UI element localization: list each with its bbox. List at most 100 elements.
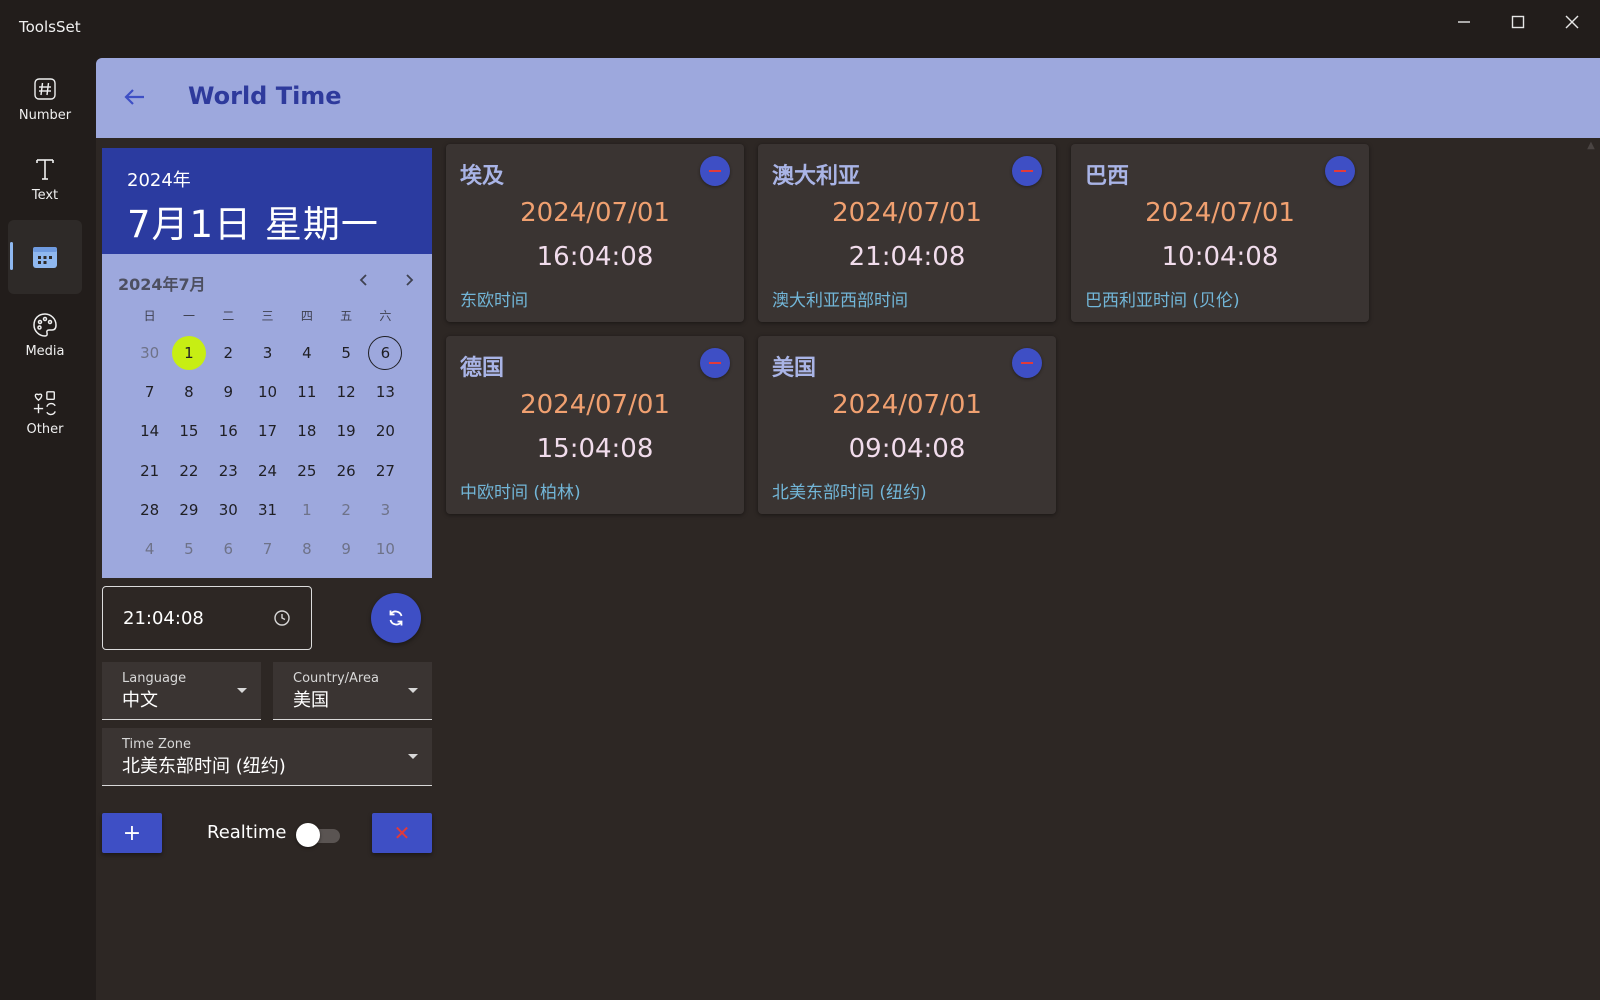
- refresh-button[interactable]: [371, 593, 421, 643]
- calendar-day[interactable]: 3: [248, 333, 287, 372]
- remove-button[interactable]: [700, 348, 730, 378]
- calendar-day[interactable]: 21: [130, 451, 169, 490]
- clear-button[interactable]: ✕: [372, 813, 432, 853]
- calendar-day[interactable]: 7: [248, 529, 287, 568]
- maximize-icon: [1511, 15, 1525, 29]
- calendar-day[interactable]: 28: [130, 490, 169, 529]
- minimize-button[interactable]: [1441, 8, 1487, 36]
- calendar-day[interactable]: 2: [209, 333, 248, 372]
- palette-icon: [32, 312, 58, 338]
- calendar-day[interactable]: 7: [130, 372, 169, 411]
- calendar-day[interactable]: 13: [366, 372, 405, 411]
- maximize-button[interactable]: [1495, 8, 1541, 36]
- calendar-day[interactable]: 15: [169, 412, 208, 451]
- language-label: Language: [122, 671, 187, 686]
- nav-item-number[interactable]: Number: [8, 62, 82, 136]
- calendar-day[interactable]: 3: [366, 490, 405, 529]
- remove-button[interactable]: [700, 156, 730, 186]
- selected-year[interactable]: 2024年: [127, 166, 408, 192]
- calendar-day[interactable]: 12: [326, 372, 365, 411]
- country-select[interactable]: Country/Area 美国: [273, 662, 432, 720]
- calendar-day[interactable]: 30: [130, 333, 169, 372]
- card-country: 巴西: [1085, 164, 1130, 189]
- remove-button[interactable]: [1012, 156, 1042, 186]
- calendar-day[interactable]: 31: [248, 490, 287, 529]
- card-country: 埃及: [460, 164, 505, 189]
- nav-item-other[interactable]: Other: [8, 376, 82, 450]
- weekday-row: 日 一 二 三 四 五 六: [130, 307, 405, 331]
- calendar-day[interactable]: 10: [366, 529, 405, 568]
- time-input[interactable]: 21:04:08: [102, 586, 312, 650]
- minus-icon: [709, 170, 721, 172]
- remove-button[interactable]: [1325, 156, 1355, 186]
- calendar-day[interactable]: 6: [366, 333, 405, 372]
- calendar-day-number: 10: [375, 540, 395, 559]
- realtime-toggle[interactable]: [296, 823, 342, 847]
- calendar-day[interactable]: 9: [326, 529, 365, 568]
- back-button[interactable]: [120, 82, 150, 112]
- calendar-day[interactable]: 9: [209, 372, 248, 411]
- weekday-label: 三: [261, 309, 274, 323]
- calendar-day[interactable]: 25: [287, 451, 326, 490]
- calendar-day[interactable]: 18: [287, 412, 326, 451]
- calendar-day-number: 5: [341, 343, 351, 362]
- card-date: 2024/07/01: [520, 390, 670, 420]
- calendar-day[interactable]: 1: [287, 490, 326, 529]
- nav-item-media[interactable]: Media: [8, 298, 82, 372]
- calendar-day[interactable]: 2: [326, 490, 365, 529]
- calendar-day[interactable]: 10: [248, 372, 287, 411]
- card-date: 2024/07/01: [832, 390, 982, 420]
- calendar-day[interactable]: 23: [209, 451, 248, 490]
- calendar-day[interactable]: 1: [169, 333, 208, 372]
- calendar-day[interactable]: 17: [248, 412, 287, 451]
- next-month-button[interactable]: [397, 268, 421, 292]
- add-button[interactable]: +: [102, 813, 162, 853]
- card-time: 09:04:08: [848, 434, 966, 464]
- calendar-day[interactable]: 22: [169, 451, 208, 490]
- calendar-day[interactable]: 30: [209, 490, 248, 529]
- calendar-day[interactable]: 8: [169, 372, 208, 411]
- calendar-day[interactable]: 27: [366, 451, 405, 490]
- nav-item-text[interactable]: Text: [8, 142, 82, 216]
- calendar-day[interactable]: 4: [287, 333, 326, 372]
- calendar-day[interactable]: 24: [248, 451, 287, 490]
- calendar-day-number: 3: [380, 500, 391, 519]
- calendar-day[interactable]: 16: [209, 412, 248, 451]
- calendar-day[interactable]: 6: [209, 529, 248, 568]
- time-card: 埃及 2024/07/01 16:04:08 东欧时间: [446, 144, 744, 322]
- calendar-day[interactable]: 20: [366, 412, 405, 451]
- clock-icon[interactable]: [273, 609, 291, 627]
- calendar-day-number: 23: [218, 461, 238, 480]
- remove-button[interactable]: [1012, 348, 1042, 378]
- language-value: 中文: [122, 690, 158, 711]
- calendar-day-number: 29: [179, 500, 199, 519]
- calendar-month[interactable]: 2024年7月: [118, 271, 206, 295]
- calendar-day-number: 30: [140, 343, 160, 362]
- calendar-day[interactable]: 14: [130, 412, 169, 451]
- language-select[interactable]: Language 中文: [102, 662, 261, 720]
- calendar-day[interactable]: 5: [169, 529, 208, 568]
- close-button[interactable]: [1549, 8, 1595, 36]
- calendar-day-number: 14: [140, 422, 160, 441]
- prev-month-button[interactable]: [352, 268, 376, 292]
- nav-item-datetime[interactable]: [8, 220, 82, 294]
- calendar-day[interactable]: 19: [326, 412, 365, 451]
- calendar-day-number: 22: [179, 461, 199, 480]
- calendar-day-number: 25: [297, 461, 317, 480]
- timezone-select[interactable]: Time Zone 北美东部时间 (纽约): [102, 728, 432, 786]
- calendar-day[interactable]: 26: [326, 451, 365, 490]
- card-country: 美国: [772, 356, 817, 381]
- card-timezone: 北美东部时间 (纽约): [772, 483, 927, 503]
- calendar-day-number: 12: [336, 382, 356, 401]
- calendar-day[interactable]: 29: [169, 490, 208, 529]
- hash-icon: [32, 76, 58, 102]
- calendar-day[interactable]: 8: [287, 529, 326, 568]
- scroll-up-arrow[interactable]: ▲: [1582, 140, 1600, 154]
- calendar-day[interactable]: 4: [130, 529, 169, 568]
- calendar-day-number: 2: [223, 343, 234, 362]
- calendar-day[interactable]: 11: [287, 372, 326, 411]
- calendar-day[interactable]: 5: [326, 333, 365, 372]
- minus-icon: [709, 362, 721, 364]
- calendar-day-number: 1: [184, 343, 194, 362]
- calendar-day-number: 24: [257, 461, 278, 480]
